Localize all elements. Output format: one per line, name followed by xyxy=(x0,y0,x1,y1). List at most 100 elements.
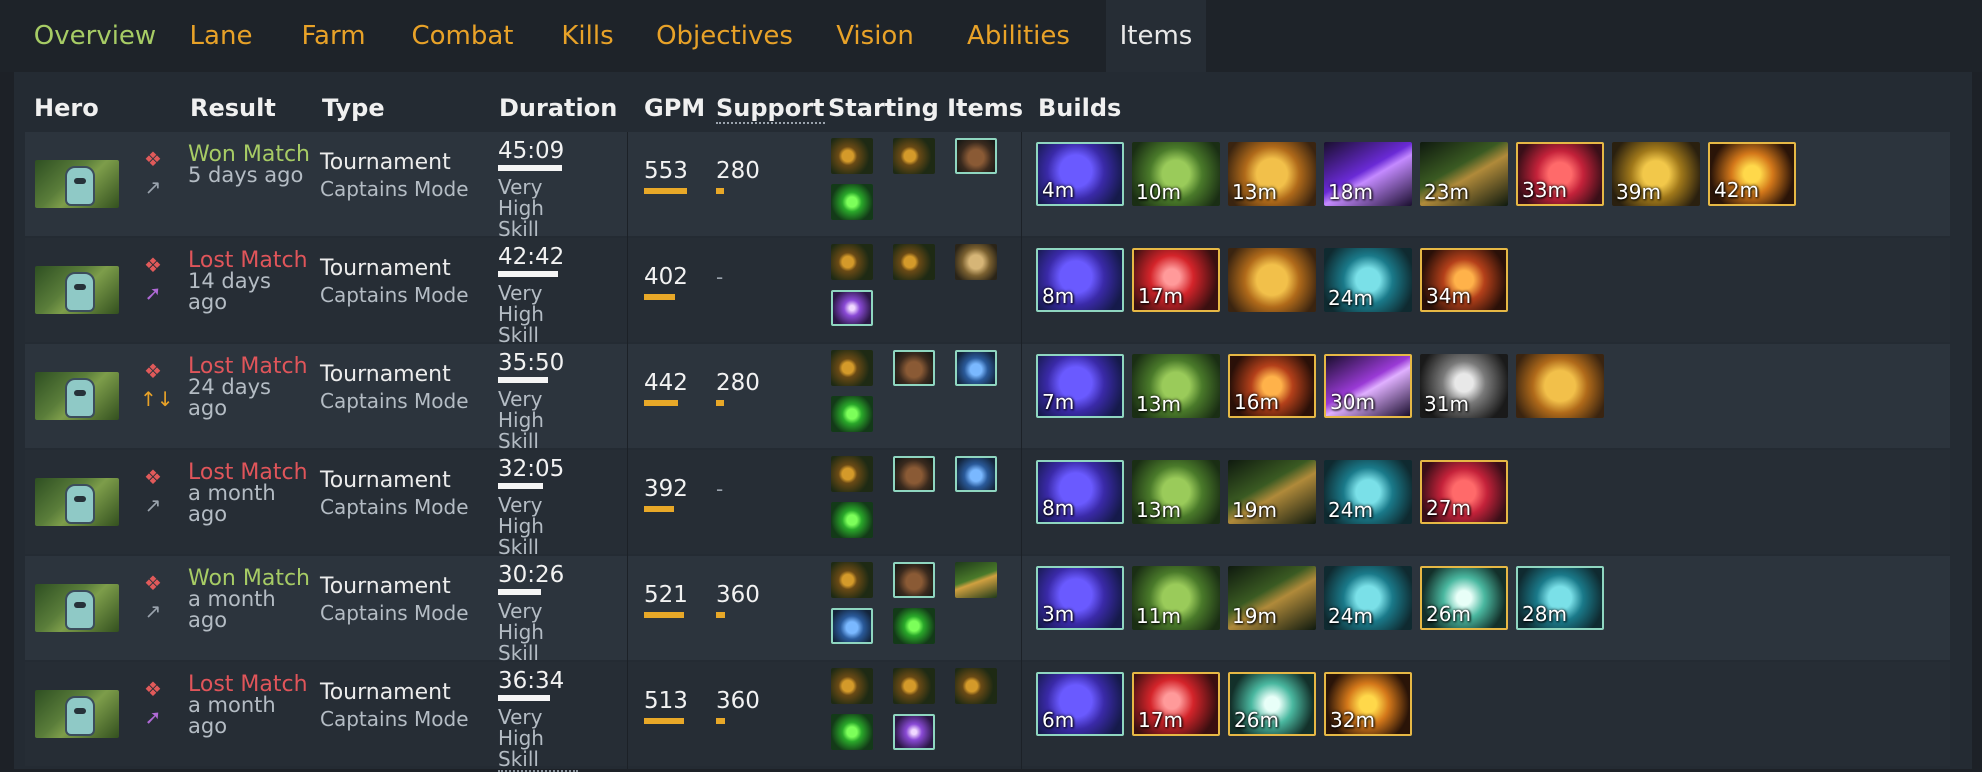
claw-icon[interactable] xyxy=(831,138,873,174)
potion-icon[interactable] xyxy=(955,456,997,492)
green-orb-icon[interactable] xyxy=(831,714,873,750)
build-item[interactable]: 33m xyxy=(1516,142,1604,206)
build-item[interactable]: 26m xyxy=(1420,566,1508,630)
build-item[interactable]: 10m xyxy=(1132,142,1220,206)
green-orb-icon[interactable] xyxy=(831,184,873,220)
build-item[interactable]: 8m xyxy=(1036,248,1124,312)
claw-icon[interactable] xyxy=(831,456,873,492)
result-cell[interactable]: Won Match a month ago xyxy=(188,568,313,631)
claw-icon[interactable] xyxy=(893,138,935,174)
tab-abilities[interactable]: Abilities xyxy=(955,0,1082,72)
green-orb-icon[interactable] xyxy=(893,608,935,644)
branch-icon[interactable] xyxy=(955,562,997,598)
match-row[interactable]: ❖ ➚ Lost Match a month ago Tournament Cap… xyxy=(25,662,1950,772)
build-item[interactable]: 31m xyxy=(1420,354,1508,418)
potion-icon[interactable] xyxy=(831,608,873,644)
purple-ward-icon[interactable] xyxy=(893,714,935,750)
match-result[interactable]: Lost Match xyxy=(188,674,313,696)
result-cell[interactable]: Lost Match 24 days ago xyxy=(188,356,313,419)
hero-portrait[interactable] xyxy=(35,160,119,208)
boots-icon[interactable] xyxy=(893,562,935,598)
result-cell[interactable]: Lost Match a month ago xyxy=(188,674,313,737)
build-item[interactable]: 16m xyxy=(1228,354,1316,418)
result-cell[interactable]: Lost Match 14 days ago xyxy=(188,250,313,313)
claw-icon[interactable] xyxy=(831,562,873,598)
match-row[interactable]: ❖ ↗ Lost Match a month ago Tournament Cap… xyxy=(25,450,1950,560)
tab-combat[interactable]: Combat xyxy=(402,0,523,72)
build-item[interactable]: 18m xyxy=(1324,142,1412,206)
match-result[interactable]: Lost Match xyxy=(188,356,313,378)
header-support[interactable]: Support xyxy=(716,94,825,124)
purple-ward-icon[interactable] xyxy=(831,290,873,326)
skill-bracket[interactable]: Very High Skill xyxy=(498,707,578,772)
build-item[interactable]: 13m xyxy=(1228,142,1316,206)
scroll-icon[interactable] xyxy=(955,244,997,280)
tab-overview[interactable]: Overview xyxy=(14,0,176,72)
build-item[interactable]: 39m xyxy=(1612,142,1700,206)
build-item[interactable]: 24m xyxy=(1324,566,1412,630)
skill-bracket[interactable]: Very High Skill xyxy=(498,601,578,666)
skill-bracket[interactable]: Very High Skill xyxy=(498,283,578,348)
build-item[interactable]: 24m xyxy=(1324,248,1412,312)
build-item[interactable]: 42m xyxy=(1708,142,1796,206)
build-item[interactable]: 13m xyxy=(1132,354,1220,418)
potion-icon[interactable] xyxy=(955,350,997,386)
match-result[interactable]: Lost Match xyxy=(188,462,313,484)
skill-bracket[interactable]: Very High Skill xyxy=(498,495,578,560)
build-item[interactable]: 28m xyxy=(1516,566,1604,630)
match-result[interactable]: Won Match xyxy=(188,144,313,166)
build-item[interactable]: 34m xyxy=(1420,248,1508,312)
match-row[interactable]: ❖ ➚ Lost Match 14 days ago Tournament Cap… xyxy=(25,238,1950,348)
build-item[interactable]: 11m xyxy=(1132,566,1220,630)
claw-icon[interactable] xyxy=(831,244,873,280)
match-result[interactable]: Lost Match xyxy=(188,250,313,272)
build-item[interactable]: 24m xyxy=(1324,460,1412,524)
claw-icon[interactable] xyxy=(831,350,873,386)
hero-portrait[interactable] xyxy=(35,478,119,526)
claw-icon[interactable] xyxy=(955,668,997,704)
match-result[interactable]: Won Match xyxy=(188,568,313,590)
result-cell[interactable]: Won Match 5 days ago xyxy=(188,144,313,186)
green-orb-icon[interactable] xyxy=(831,396,873,432)
build-item[interactable]: 32m xyxy=(1324,672,1412,736)
build-item[interactable] xyxy=(1516,354,1604,418)
green-orb-icon[interactable] xyxy=(831,502,873,538)
tab-lane[interactable]: Lane xyxy=(176,0,266,72)
build-item[interactable]: 17m xyxy=(1132,672,1220,736)
build-item[interactable]: 30m xyxy=(1324,354,1412,418)
build-item[interactable]: 6m xyxy=(1036,672,1124,736)
result-cell[interactable]: Lost Match a month ago xyxy=(188,462,313,525)
skill-bracket[interactable]: Very High Skill xyxy=(498,389,578,454)
build-item[interactable]: 3m xyxy=(1036,566,1124,630)
build-item[interactable]: 23m xyxy=(1420,142,1508,206)
hero-portrait[interactable] xyxy=(35,266,119,314)
tab-vision[interactable]: Vision xyxy=(823,0,927,72)
build-item[interactable] xyxy=(1228,248,1316,312)
build-item[interactable]: 13m xyxy=(1132,460,1220,524)
build-item[interactable]: 27m xyxy=(1420,460,1508,524)
boots-icon[interactable] xyxy=(893,456,935,492)
claw-icon[interactable] xyxy=(893,244,935,280)
tab-items[interactable]: Items xyxy=(1106,0,1206,72)
match-row[interactable]: ❖ ↗ Won Match 5 days ago Tournament Capta… xyxy=(25,132,1950,242)
build-item[interactable]: 7m xyxy=(1036,354,1124,418)
build-item[interactable]: 8m xyxy=(1036,460,1124,524)
hero-portrait[interactable] xyxy=(35,584,119,632)
build-item[interactable]: 26m xyxy=(1228,672,1316,736)
build-item[interactable]: 17m xyxy=(1132,248,1220,312)
boots-icon[interactable] xyxy=(893,350,935,386)
build-item[interactable]: 4m xyxy=(1036,142,1124,206)
hero-portrait[interactable] xyxy=(35,690,119,738)
match-row[interactable]: ❖ ↗ Won Match a month ago Tournament Capt… xyxy=(25,556,1950,666)
boots-icon[interactable] xyxy=(955,138,997,174)
claw-icon[interactable] xyxy=(831,668,873,704)
skill-bracket[interactable]: Very High Skill xyxy=(498,177,578,242)
build-item[interactable]: 19m xyxy=(1228,566,1316,630)
build-item[interactable]: 19m xyxy=(1228,460,1316,524)
hero-portrait[interactable] xyxy=(35,372,119,420)
tab-farm[interactable]: Farm xyxy=(287,0,380,72)
claw-icon[interactable] xyxy=(893,668,935,704)
tab-kills[interactable]: Kills xyxy=(550,0,625,72)
tab-objectives[interactable]: Objectives xyxy=(646,0,803,72)
match-row[interactable]: ❖ ↑↓ Lost Match 24 days ago Tournament Ca… xyxy=(25,344,1950,454)
